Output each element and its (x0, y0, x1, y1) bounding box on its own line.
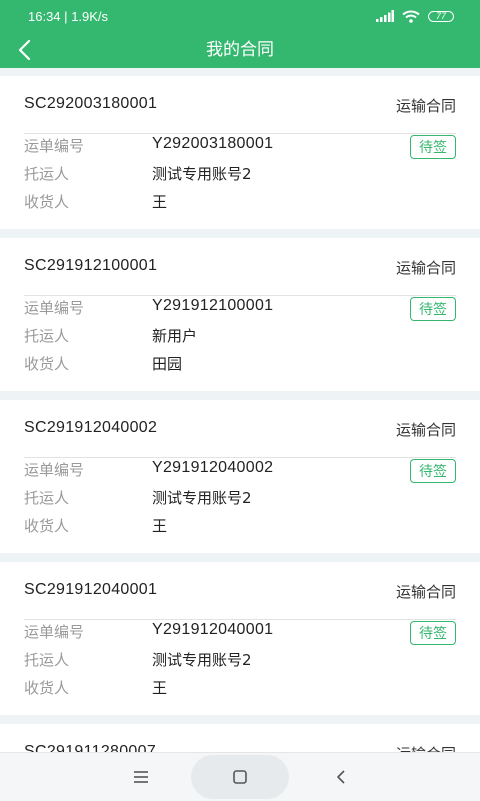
contract-card[interactable]: SC291911280007 运输合同 (0, 724, 480, 752)
system-nav-bar (0, 752, 480, 801)
contract-card[interactable]: SC291912040002 运输合同 运单编号 Y291912040002 托… (0, 400, 480, 553)
nav-back-button[interactable] (328, 764, 354, 790)
status-badge[interactable]: 待签 (410, 297, 456, 321)
shipper-value: 测试专用账号2 (152, 489, 252, 507)
contract-card[interactable]: SC291912100001 运输合同 运单编号 Y291912100001 托… (0, 238, 480, 391)
contract-type: 运输合同 (395, 97, 456, 115)
network-speed: 1.9K/s (71, 8, 109, 24)
contract-number: SC291912100001 (24, 257, 158, 274)
consignee-value: 田园 (152, 355, 183, 373)
consignee-label: 收货人 (24, 355, 70, 373)
waybill-value: Y292003180001 (152, 135, 274, 152)
shipper-label: 托运人 (24, 165, 70, 183)
consignee-value: 王 (152, 193, 168, 211)
card-header: SC291912100001 运输合同 (24, 238, 456, 296)
shipper-label: 托运人 (24, 327, 70, 345)
card-header: SC291911280007 运输合同 (24, 724, 456, 752)
status-bar: 16:34 | 1.9K/s 77 (0, 0, 480, 32)
page-title: 我的合同 (206, 40, 274, 60)
shipper-label: 托运人 (24, 489, 70, 507)
waybill-value: Y291912100001 (152, 297, 274, 314)
shipper-value: 新用户 (152, 327, 198, 345)
contract-card[interactable]: SC291912040001 运输合同 运单编号 Y291912040001 托… (0, 562, 480, 715)
status-badge[interactable]: 待签 (410, 135, 456, 159)
status-separator: | (64, 8, 68, 24)
status-left: 16:34 | 1.9K/s (28, 9, 108, 24)
contract-type: 运输合同 (396, 743, 456, 752)
card-header: SC291912040001 运输合同 (24, 562, 456, 620)
status-badge[interactable]: 待签 (410, 621, 456, 645)
shipper-value: 测试专用账号2 (152, 165, 252, 183)
contract-number: SC292003180001 (24, 95, 158, 112)
contract-type: 运输合同 (395, 259, 456, 277)
consignee-label: 收货人 (24, 193, 70, 211)
home-icon (233, 770, 247, 784)
waybill-label: 运单编号 (24, 137, 85, 155)
title-bar: 我的合同 (0, 32, 480, 68)
battery-icon: 77 (428, 10, 454, 22)
contract-type: 运输合同 (395, 583, 456, 601)
consignee-value: 王 (152, 517, 168, 535)
waybill-label: 运单编号 (24, 623, 85, 641)
waybill-value: Y291912040002 (152, 459, 274, 476)
contract-card[interactable]: SC292003180001 运输合同 运单编号 Y292003180001 托… (0, 76, 480, 229)
shipper-value: 测试专用账号2 (152, 651, 252, 669)
menu-button[interactable] (128, 764, 154, 790)
status-time: 16:34 (28, 8, 61, 24)
shipper-label: 托运人 (24, 651, 70, 669)
waybill-value: Y291912040001 (152, 621, 274, 638)
consignee-label: 收货人 (24, 517, 70, 535)
contract-number: SC291912040002 (24, 419, 158, 436)
contract-number: SC291911280007 (24, 743, 157, 752)
status-badge[interactable]: 待签 (410, 459, 456, 483)
signal-icon (376, 10, 394, 22)
back-icon (337, 770, 345, 784)
back-button[interactable] (12, 36, 42, 64)
waybill-label: 运单编号 (24, 299, 85, 317)
status-right: 77 (376, 10, 454, 23)
contract-type: 运输合同 (395, 421, 456, 439)
chevron-left-icon (18, 39, 31, 61)
wifi-icon (402, 10, 420, 23)
home-button[interactable] (227, 764, 253, 790)
waybill-label: 运单编号 (24, 461, 85, 479)
battery-level: 77 (435, 11, 446, 21)
contract-number: SC291912040001 (24, 581, 158, 598)
card-header: SC292003180001 运输合同 (24, 76, 456, 134)
menu-icon (134, 771, 148, 783)
consignee-label: 收货人 (24, 679, 70, 697)
consignee-value: 王 (152, 679, 168, 697)
card-header: SC291912040002 运输合同 (24, 400, 456, 458)
